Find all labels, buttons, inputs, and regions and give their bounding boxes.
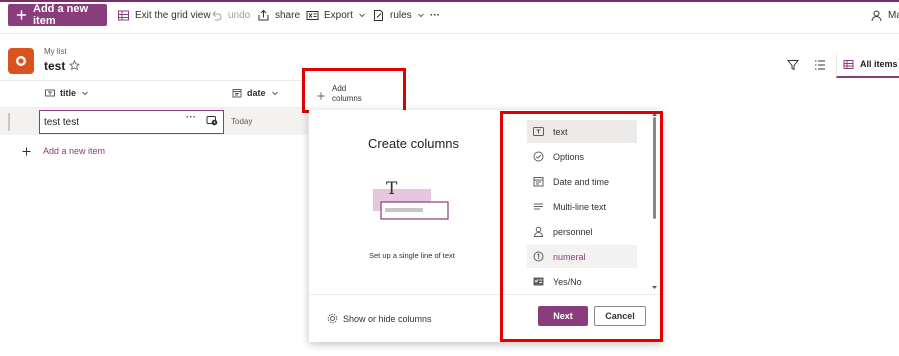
user-button[interactable]: Mar — [870, 4, 899, 26]
date-cell-value: Today — [231, 117, 253, 126]
all-items-view-tab[interactable]: All items — [836, 52, 899, 78]
chevron-down-icon — [82, 91, 88, 96]
page-title: test — [44, 59, 66, 73]
gear-icon — [327, 313, 338, 324]
exit-grid-view-label: Exit the grid view — [135, 9, 211, 21]
row-more-button[interactable]: ··· — [186, 112, 196, 123]
add-new-item-label: Add a new item — [33, 3, 89, 27]
undo-icon — [212, 10, 222, 20]
column-preview-illustration — [373, 189, 449, 220]
row-selection-handle[interactable] — [8, 113, 10, 131]
chevron-down-icon — [271, 91, 278, 96]
view-options-icon[interactable] — [814, 59, 826, 71]
panel-title: Create columns — [368, 136, 460, 151]
title-cell-value: test test — [44, 117, 80, 128]
column-type-description: Set up a single line of text — [369, 251, 455, 260]
chevron-down-icon — [417, 13, 424, 18]
rules-label: rules — [390, 9, 412, 21]
add-new-item-row-button[interactable]: Add a new item — [22, 146, 105, 156]
show-hide-columns-label: Show or hide columns — [343, 313, 432, 324]
column-header-date[interactable]: date — [232, 88, 279, 98]
share-button[interactable]: share — [257, 4, 300, 26]
comment-icon[interactable] — [206, 115, 218, 127]
list-parent-label: My list — [44, 47, 67, 56]
column-header-title[interactable]: title — [45, 88, 89, 98]
more-button[interactable]: ··· — [430, 4, 440, 26]
grid-icon — [118, 10, 129, 20]
person-icon — [871, 10, 882, 21]
rules-button[interactable]: rules — [372, 4, 425, 26]
share-label: share — [275, 9, 301, 21]
excel-icon — [306, 10, 319, 20]
share-icon — [258, 9, 269, 20]
export-label: Export — [324, 9, 353, 21]
add-new-item-row-label: Add a new item — [43, 146, 106, 156]
plus-icon — [22, 147, 31, 155]
column-header-label: date — [247, 88, 266, 98]
filter-icon[interactable] — [787, 59, 799, 71]
text-icon — [45, 89, 55, 97]
add-columns-highlight-box — [302, 68, 406, 113]
export-button[interactable]: Export — [306, 4, 366, 26]
rules-icon — [374, 9, 383, 21]
exit-grid-view-button[interactable]: Exit the grid view — [117, 4, 211, 26]
calendar-icon — [232, 89, 242, 98]
more-label: ··· — [430, 9, 440, 21]
undo-button[interactable]: undo — [210, 4, 250, 26]
add-new-item-button[interactable]: Add a new item — [8, 3, 107, 27]
all-items-label: All items — [860, 59, 898, 69]
show-hide-columns-button[interactable]: Show or hide columns — [327, 313, 432, 324]
undo-label: undo — [228, 9, 251, 21]
grid-icon — [843, 59, 854, 69]
chevron-down-icon — [359, 13, 365, 18]
options-highlight-box — [500, 111, 663, 342]
column-header-label: title — [60, 88, 77, 98]
user-name: Mar — [888, 9, 899, 21]
favorite-star-icon[interactable] — [69, 60, 80, 71]
preview-letter: T — [386, 179, 398, 199]
list-icon — [8, 48, 34, 74]
plus-icon — [16, 10, 27, 20]
